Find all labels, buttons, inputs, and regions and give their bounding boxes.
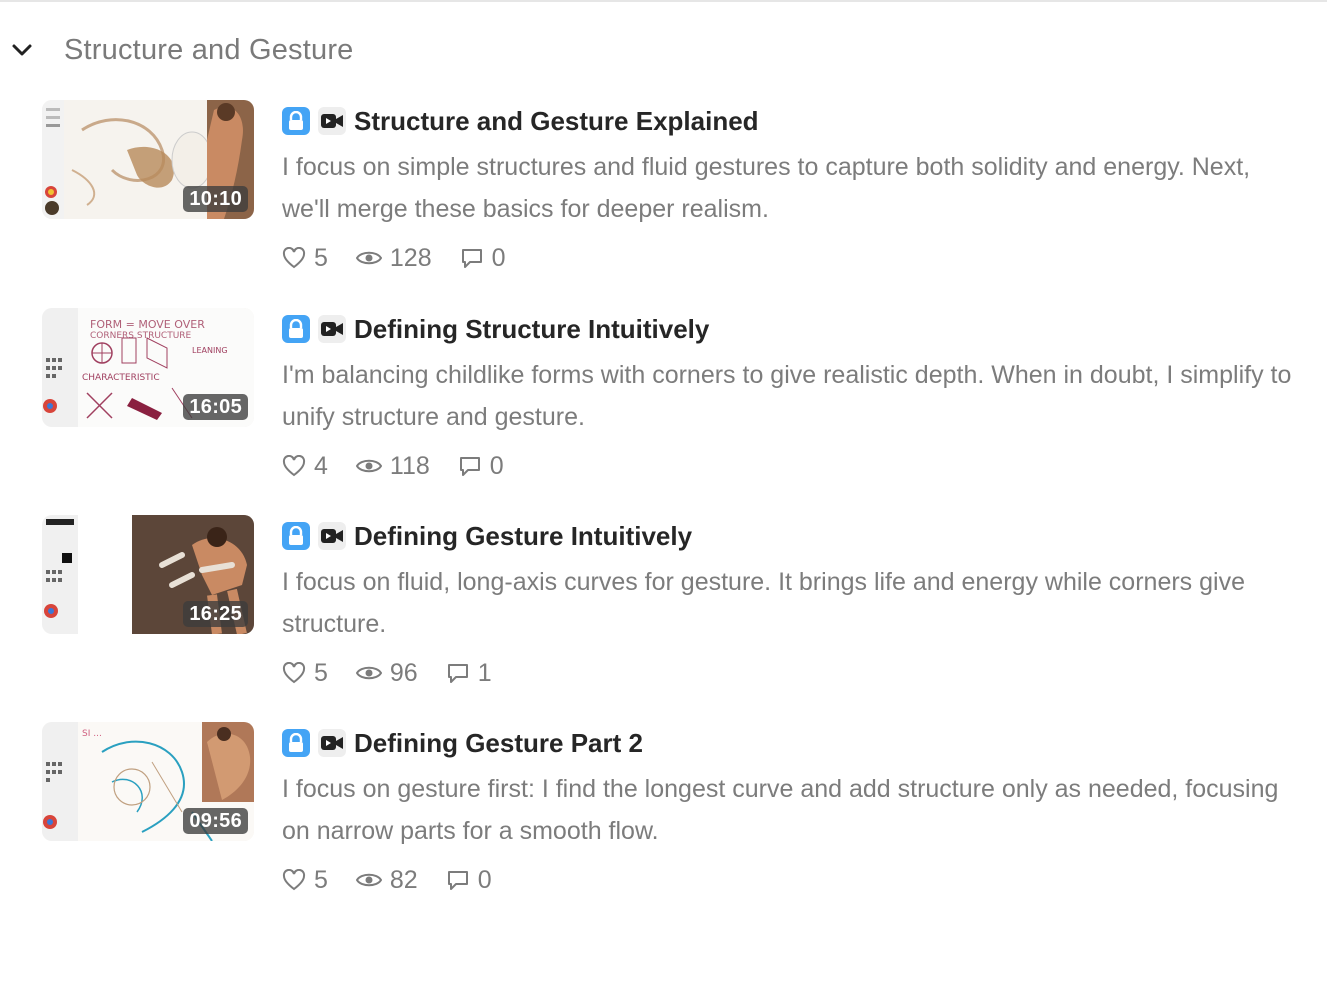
comment-icon: [459, 457, 480, 476]
svg-text:FORM = MOVE OVER: FORM = MOVE OVER: [90, 318, 205, 331]
svg-text:SI ...: SI ...: [82, 729, 102, 739]
views-stat: 118: [355, 451, 430, 481]
comments-count: 0: [477, 865, 492, 894]
comment-icon: [461, 249, 482, 268]
lesson-description: I focus on gesture first: I find the lon…: [282, 775, 1279, 845]
likes-stat[interactable]: 5: [282, 244, 328, 273]
comment-icon: [447, 664, 468, 683]
comments-count: 0: [491, 243, 506, 272]
video-duration: 16:25: [183, 601, 248, 627]
lesson-thumbnail[interactable]: 10:10: [42, 100, 254, 219]
views-count: 82: [389, 865, 418, 894]
lesson-thumbnail[interactable]: FORM = MOVE OVER CORNERS STRUCTURE LEANI…: [42, 308, 254, 427]
svg-text:LEANING: LEANING: [192, 346, 228, 355]
lesson-title-row: Defining Gesture Part 2: [282, 728, 643, 758]
lesson-description: I'm balancing childlike forms with corne…: [282, 361, 1292, 431]
video-camera-icon: [318, 729, 346, 757]
comments-count: 0: [489, 451, 504, 480]
lesson-title-row: Defining Structure Intuitively: [282, 314, 709, 344]
lesson-title[interactable]: Structure and Gesture Explained: [354, 106, 759, 137]
comment-icon: [447, 871, 468, 890]
lesson-title-row: Structure and Gesture Explained: [282, 106, 759, 136]
views-stat: 128: [355, 243, 432, 273]
lesson-description: I focus on fluid, long-axis curves for g…: [282, 568, 1245, 638]
lesson-stats: 5 96 1: [282, 655, 520, 691]
lesson-title[interactable]: Defining Structure Intuitively: [354, 314, 709, 345]
likes-count: 5: [314, 658, 328, 687]
views-stat: 96: [355, 658, 418, 688]
views-count: 96: [389, 658, 418, 687]
views-stat: 82: [355, 865, 418, 895]
lesson-item[interactable]: SI ... 09:56 Defining Gesture Part 2 I f…: [0, 722, 1327, 922]
video-duration: 09:56: [183, 808, 248, 834]
lock-icon: [282, 522, 310, 550]
lock-icon: [282, 107, 310, 135]
lesson-item[interactable]: FORM = MOVE OVER CORNERS STRUCTURE LEANI…: [0, 308, 1327, 508]
video-duration: 10:10: [183, 186, 248, 212]
lesson-item[interactable]: 16:25 Defining Gesture Intuitively I foc…: [0, 515, 1327, 715]
heart-icon: [282, 455, 306, 477]
likes-stat[interactable]: 4: [282, 452, 328, 481]
views-count: 118: [389, 451, 430, 480]
likes-count: 5: [314, 865, 328, 894]
lesson-stats: 5 82 0: [282, 862, 520, 898]
video-duration: 16:05: [183, 394, 248, 420]
heart-icon: [282, 247, 306, 269]
comments-stat[interactable]: 0: [446, 866, 492, 895]
top-divider: [0, 0, 1327, 2]
comments-count: 1: [477, 658, 492, 687]
lesson-item[interactable]: 10:10 Structure and Gesture Explained I …: [0, 100, 1327, 300]
section-header[interactable]: Structure and Gesture: [0, 28, 700, 76]
lesson-description: I focus on simple structures and fluid g…: [282, 153, 1251, 223]
section-title: Structure and Gesture: [64, 34, 354, 66]
lesson-stats: 5 128 0: [282, 240, 534, 276]
heart-icon: [282, 662, 306, 684]
svg-text:CORNERS STRUCTURE: CORNERS STRUCTURE: [90, 331, 192, 341]
video-camera-icon: [318, 107, 346, 135]
likes-stat[interactable]: 5: [282, 659, 328, 688]
comments-stat[interactable]: 0: [458, 452, 504, 481]
heart-icon: [282, 869, 306, 891]
lesson-title[interactable]: Defining Gesture Part 2: [354, 728, 643, 759]
eye-icon: [355, 873, 382, 887]
comments-stat[interactable]: 1: [446, 659, 492, 688]
comments-stat[interactable]: 0: [460, 244, 506, 273]
svg-text:CHARACTERISTIC: CHARACTERISTIC: [82, 373, 160, 383]
likes-count: 5: [314, 243, 328, 272]
likes-count: 4: [314, 451, 328, 480]
video-camera-icon: [318, 315, 346, 343]
lesson-thumbnail[interactable]: 16:25: [42, 515, 254, 634]
chevron-down-icon[interactable]: [10, 38, 34, 62]
eye-icon: [355, 666, 382, 680]
lock-icon: [282, 315, 310, 343]
video-camera-icon: [318, 522, 346, 550]
views-count: 128: [389, 243, 432, 272]
lock-icon: [282, 729, 310, 757]
eye-icon: [355, 459, 382, 473]
lesson-stats: 4 118 0: [282, 448, 532, 484]
likes-stat[interactable]: 5: [282, 866, 328, 895]
eye-icon: [355, 251, 382, 265]
lesson-title-row: Defining Gesture Intuitively: [282, 521, 692, 551]
lesson-title[interactable]: Defining Gesture Intuitively: [354, 521, 692, 552]
lesson-thumbnail[interactable]: SI ... 09:56: [42, 722, 254, 841]
